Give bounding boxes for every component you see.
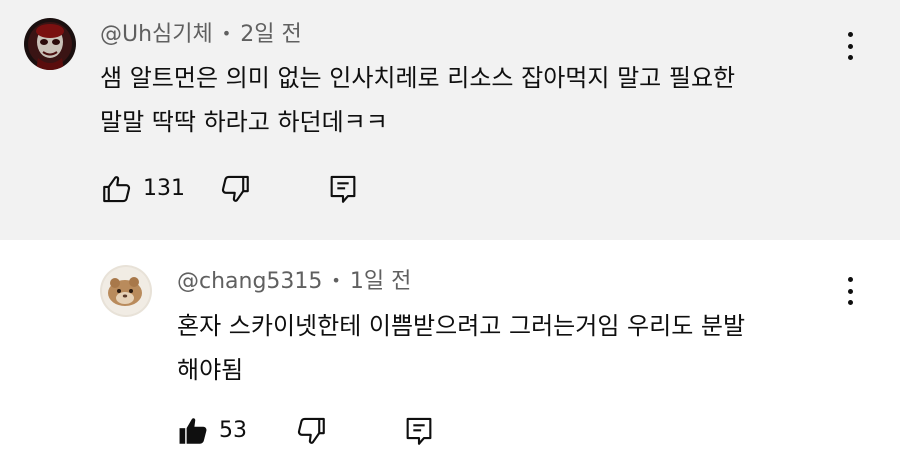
like-count: 53 [219,418,247,443]
comment-header: @chang5315 • 1일 전 [177,267,411,298]
comment-text-line: 말말 딱딱 하라고 하던데ㅋㅋ [100,108,388,136]
more-vert-icon[interactable] [838,277,862,305]
separator-dot: • [221,24,232,43]
comment-header: @Uh심기체 • 2일 전 [100,20,302,51]
thumbs-down-icon [297,417,325,444]
comment-text-line: 해야됨 [177,356,244,384]
comment-text-line: 샘 알트먼은 의미 없는 인사치레로 리소스 잡아먹지 말고 필요한 [100,64,736,92]
like-button[interactable] [100,172,134,206]
comment-author[interactable]: @Uh심기체 [100,22,213,47]
comment-text-line: 혼자 스카이넷한테 이쁨받으려고 그러는거임 우리도 분발 [177,312,746,340]
thumbs-up-icon-filled [179,418,207,444]
like-count: 131 [143,176,185,201]
comment-text: 혼자 스카이넷한테 이쁨받으려고 그러는거임 우리도 분발 해야됨 [177,304,745,392]
separator-dot: • [331,271,341,290]
reply-icon [330,175,356,203]
dislike-button[interactable] [294,414,328,448]
comment-timestamp[interactable]: 2일 전 [240,22,301,47]
comment-reply: @chang5315 • 1일 전 혼자 스카이넷한테 이쁨받으려고 그러는거임 우… [0,240,900,470]
comment-timestamp[interactable]: 1일 전 [350,269,411,294]
more-vert-icon[interactable] [838,32,862,60]
reply-button[interactable] [326,172,360,206]
thumbs-down-icon [221,175,249,202]
dislike-button[interactable] [218,172,252,206]
comment-thread-highlighted: @Uh심기체 • 2일 전 샘 알트먼은 의미 없는 인사치레로 리소스 잡아먹지 … [0,0,900,240]
thumbs-up-icon [103,176,131,203]
reply-icon [406,417,432,445]
like-button[interactable] [176,414,210,448]
reply-button[interactable] [402,414,436,448]
avatar[interactable] [100,265,152,317]
comment-text: 샘 알트먼은 의미 없는 인사치레로 리소스 잡아먹지 말고 필요한 말말 딱딱… [100,56,735,144]
avatar-image [100,265,152,317]
comment-author[interactable]: @chang5315 [177,269,322,294]
avatar-image [24,18,76,70]
avatar[interactable] [24,18,76,70]
